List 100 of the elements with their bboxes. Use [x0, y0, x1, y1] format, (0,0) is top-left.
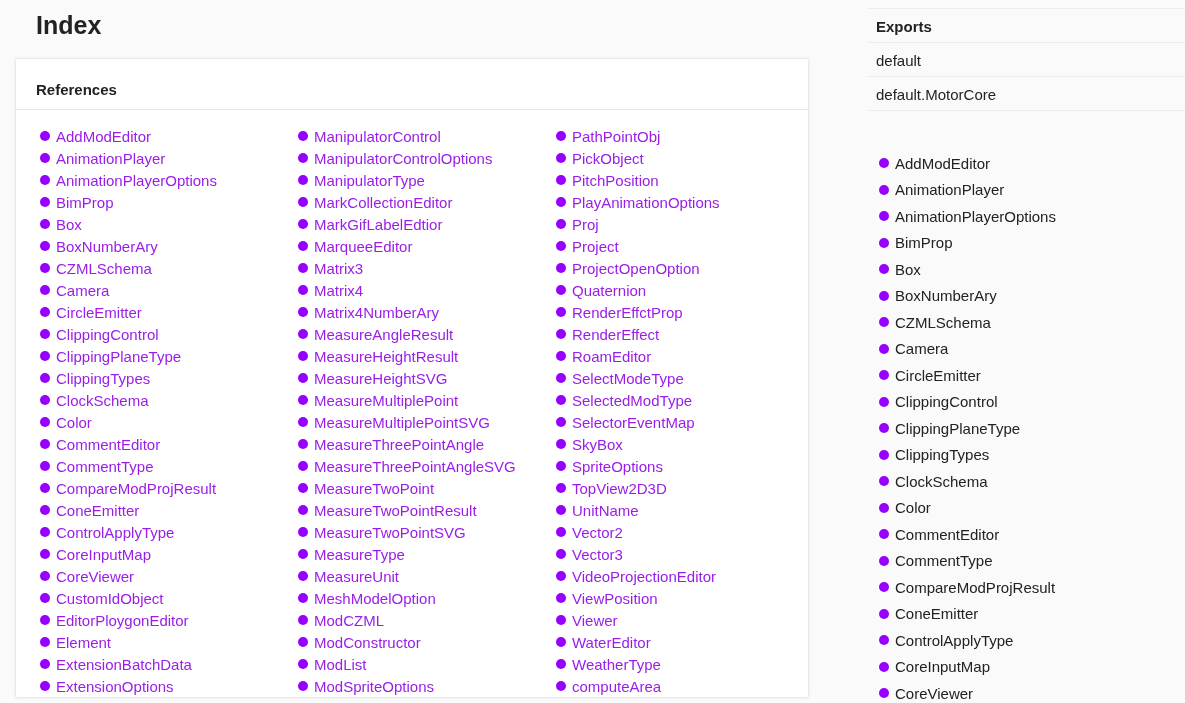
reference-link[interactable]: ControlApplyType — [56, 522, 175, 542]
reference-link[interactable]: UnitName — [572, 500, 639, 520]
reference-link[interactable]: CustomIdObject — [56, 588, 164, 608]
reference-link[interactable]: Matrix4 — [314, 280, 364, 300]
reference-link[interactable]: MeasureHeightSVG — [314, 368, 448, 388]
reference-link[interactable]: MeasureType — [314, 544, 405, 564]
reference-link[interactable]: PitchPosition — [572, 170, 659, 190]
reference-link[interactable]: BimProp — [56, 192, 114, 212]
reference-link[interactable]: WaterEditor — [572, 632, 651, 652]
reference-link[interactable]: ConeEmitter — [56, 500, 140, 520]
reference-link[interactable]: PickObject — [572, 148, 644, 168]
navigation-link[interactable]: Color — [895, 498, 931, 518]
reference-link[interactable]: ClippingControl — [56, 324, 159, 344]
reference-link[interactable]: MeasureThreePointAngleSVG — [314, 456, 516, 476]
reference-link[interactable]: AddModEditor — [56, 126, 152, 146]
reference-link[interactable]: WeatherType — [572, 654, 661, 674]
navigation-link[interactable]: ControlApplyType — [895, 630, 1014, 650]
navigation-link[interactable]: ClippingPlaneType — [895, 418, 1021, 438]
reference-link[interactable]: MeasureTwoPoint — [314, 478, 435, 498]
reference-link[interactable]: MeasureTwoPointResult — [314, 500, 477, 520]
reference-link[interactable]: SelectorEventMap — [572, 412, 695, 432]
reference-link[interactable]: computeArea — [572, 676, 662, 696]
reference-link[interactable]: ModCZML — [314, 610, 384, 630]
navigation-link[interactable]: ConeEmitter — [895, 604, 979, 624]
reference-link[interactable]: CompareModProjResult — [56, 478, 217, 498]
reference-link[interactable]: MeasureAngleResult — [314, 324, 454, 344]
reference-link[interactable]: MeasureHeightResult — [314, 346, 459, 366]
reference-link[interactable]: CommentType — [56, 456, 154, 476]
reference-link[interactable]: ExtensionOptions — [56, 676, 174, 696]
reference-link[interactable]: MeasureUnit — [314, 566, 400, 586]
reference-link[interactable]: MeshModelOption — [314, 588, 436, 608]
reference-link[interactable]: Proj — [572, 214, 599, 234]
reference-link[interactable]: CoreInputMap — [56, 544, 152, 564]
navigation-link[interactable]: Camera — [895, 339, 949, 359]
reference-link[interactable]: RoamEditor — [572, 346, 652, 366]
reference-link[interactable]: ModSpriteOptions — [314, 676, 435, 696]
reference-link[interactable]: AnimationPlayer — [56, 148, 166, 168]
reference-link[interactable]: RenderEffect — [572, 324, 660, 344]
navigation-link[interactable]: CoreInputMap — [895, 657, 991, 677]
navigation-link[interactable]: CompareModProjResult — [895, 577, 1056, 597]
reference-link[interactable]: ClippingTypes — [56, 368, 151, 388]
reference-link[interactable]: PathPointObj — [572, 126, 661, 146]
navigation-link[interactable]: CommentType — [895, 551, 993, 571]
reference-link[interactable]: MarkGifLabelEdtior — [314, 214, 443, 234]
reference-link[interactable]: ClippingPlaneType — [56, 346, 182, 366]
reference-link[interactable]: SkyBox — [572, 434, 623, 454]
reference-link[interactable]: EditorPloygonEditor — [56, 610, 189, 630]
reference-link[interactable]: ManipulatorType — [314, 170, 425, 190]
navigation-link[interactable]: ClippingTypes — [895, 445, 990, 465]
reference-link[interactable]: Project — [572, 236, 619, 256]
reference-link[interactable]: Color — [56, 412, 92, 432]
reference-link[interactable]: CommentEditor — [56, 434, 161, 454]
reference-link[interactable]: Box — [56, 214, 82, 234]
reference-link[interactable]: ViewPosition — [572, 588, 658, 608]
reference-link[interactable]: AnimationPlayerOptions — [56, 170, 217, 190]
reference-link[interactable]: MeasureMultiplePoint — [314, 390, 459, 410]
reference-link[interactable]: SpriteOptions — [572, 456, 663, 476]
reference-link[interactable]: CoreViewer — [56, 566, 135, 586]
reference-link[interactable]: Quaternion — [572, 280, 647, 300]
reference-link[interactable]: SelectedModType — [572, 390, 693, 410]
reference-link[interactable]: BoxNumberAry — [56, 236, 158, 256]
reference-link[interactable]: ModList — [314, 654, 367, 674]
navigation-link[interactable]: BoxNumberAry — [895, 286, 997, 306]
reference-link[interactable]: MeasureTwoPointSVG — [314, 522, 466, 542]
navigation-link[interactable]: ClippingControl — [895, 392, 998, 412]
reference-link[interactable]: MeasureMultiplePointSVG — [314, 412, 490, 432]
reference-link[interactable]: VideoProjectionEditor — [572, 566, 716, 586]
reference-link[interactable]: Vector3 — [572, 544, 623, 564]
reference-link[interactable]: ManipulatorControlOptions — [314, 148, 493, 168]
exports-link[interactable]: default — [868, 43, 1185, 77]
reference-link[interactable]: CircleEmitter — [56, 302, 142, 322]
reference-link[interactable]: MeasureThreePointAngle — [314, 434, 485, 454]
navigation-link[interactable]: BimProp — [895, 233, 953, 253]
reference-link[interactable]: Vector2 — [572, 522, 623, 542]
reference-link[interactable]: ManipulatorControl — [314, 126, 441, 146]
navigation-link[interactable]: CoreViewer — [895, 683, 974, 703]
reference-link[interactable]: Matrix3 — [314, 258, 364, 278]
navigation-link[interactable]: AnimationPlayer — [895, 180, 1005, 200]
reference-link[interactable]: Matrix4NumberAry — [314, 302, 440, 322]
reference-link[interactable]: MarqueeEditor — [314, 236, 413, 256]
reference-link[interactable]: ProjectOpenOption — [572, 258, 700, 278]
navigation-link[interactable]: CZMLSchema — [895, 312, 991, 332]
reference-link[interactable]: Camera — [56, 280, 110, 300]
navigation-link[interactable]: AnimationPlayerOptions — [895, 206, 1056, 226]
reference-link[interactable]: Element — [56, 632, 112, 652]
reference-link[interactable]: MarkCollectionEditor — [314, 192, 453, 212]
reference-link[interactable]: Viewer — [572, 610, 618, 630]
reference-link[interactable]: TopView2D3D — [572, 478, 667, 498]
exports-link[interactable]: default.MotorCore — [868, 77, 1185, 111]
reference-link[interactable]: ModConstructor — [314, 632, 421, 652]
navigation-link[interactable]: ClockSchema — [895, 471, 988, 491]
navigation-link[interactable]: AddModEditor — [895, 153, 991, 173]
navigation-link[interactable]: CommentEditor — [895, 524, 1000, 544]
reference-link[interactable]: ExtensionBatchData — [56, 654, 192, 674]
navigation-link[interactable]: Box — [895, 259, 921, 279]
reference-link[interactable]: SelectModeType — [572, 368, 684, 388]
reference-link[interactable]: ClockSchema — [56, 390, 149, 410]
reference-link[interactable]: CZMLSchema — [56, 258, 152, 278]
reference-link[interactable]: RenderEffctProp — [572, 302, 683, 322]
reference-link[interactable]: PlayAnimationOptions — [572, 192, 720, 212]
